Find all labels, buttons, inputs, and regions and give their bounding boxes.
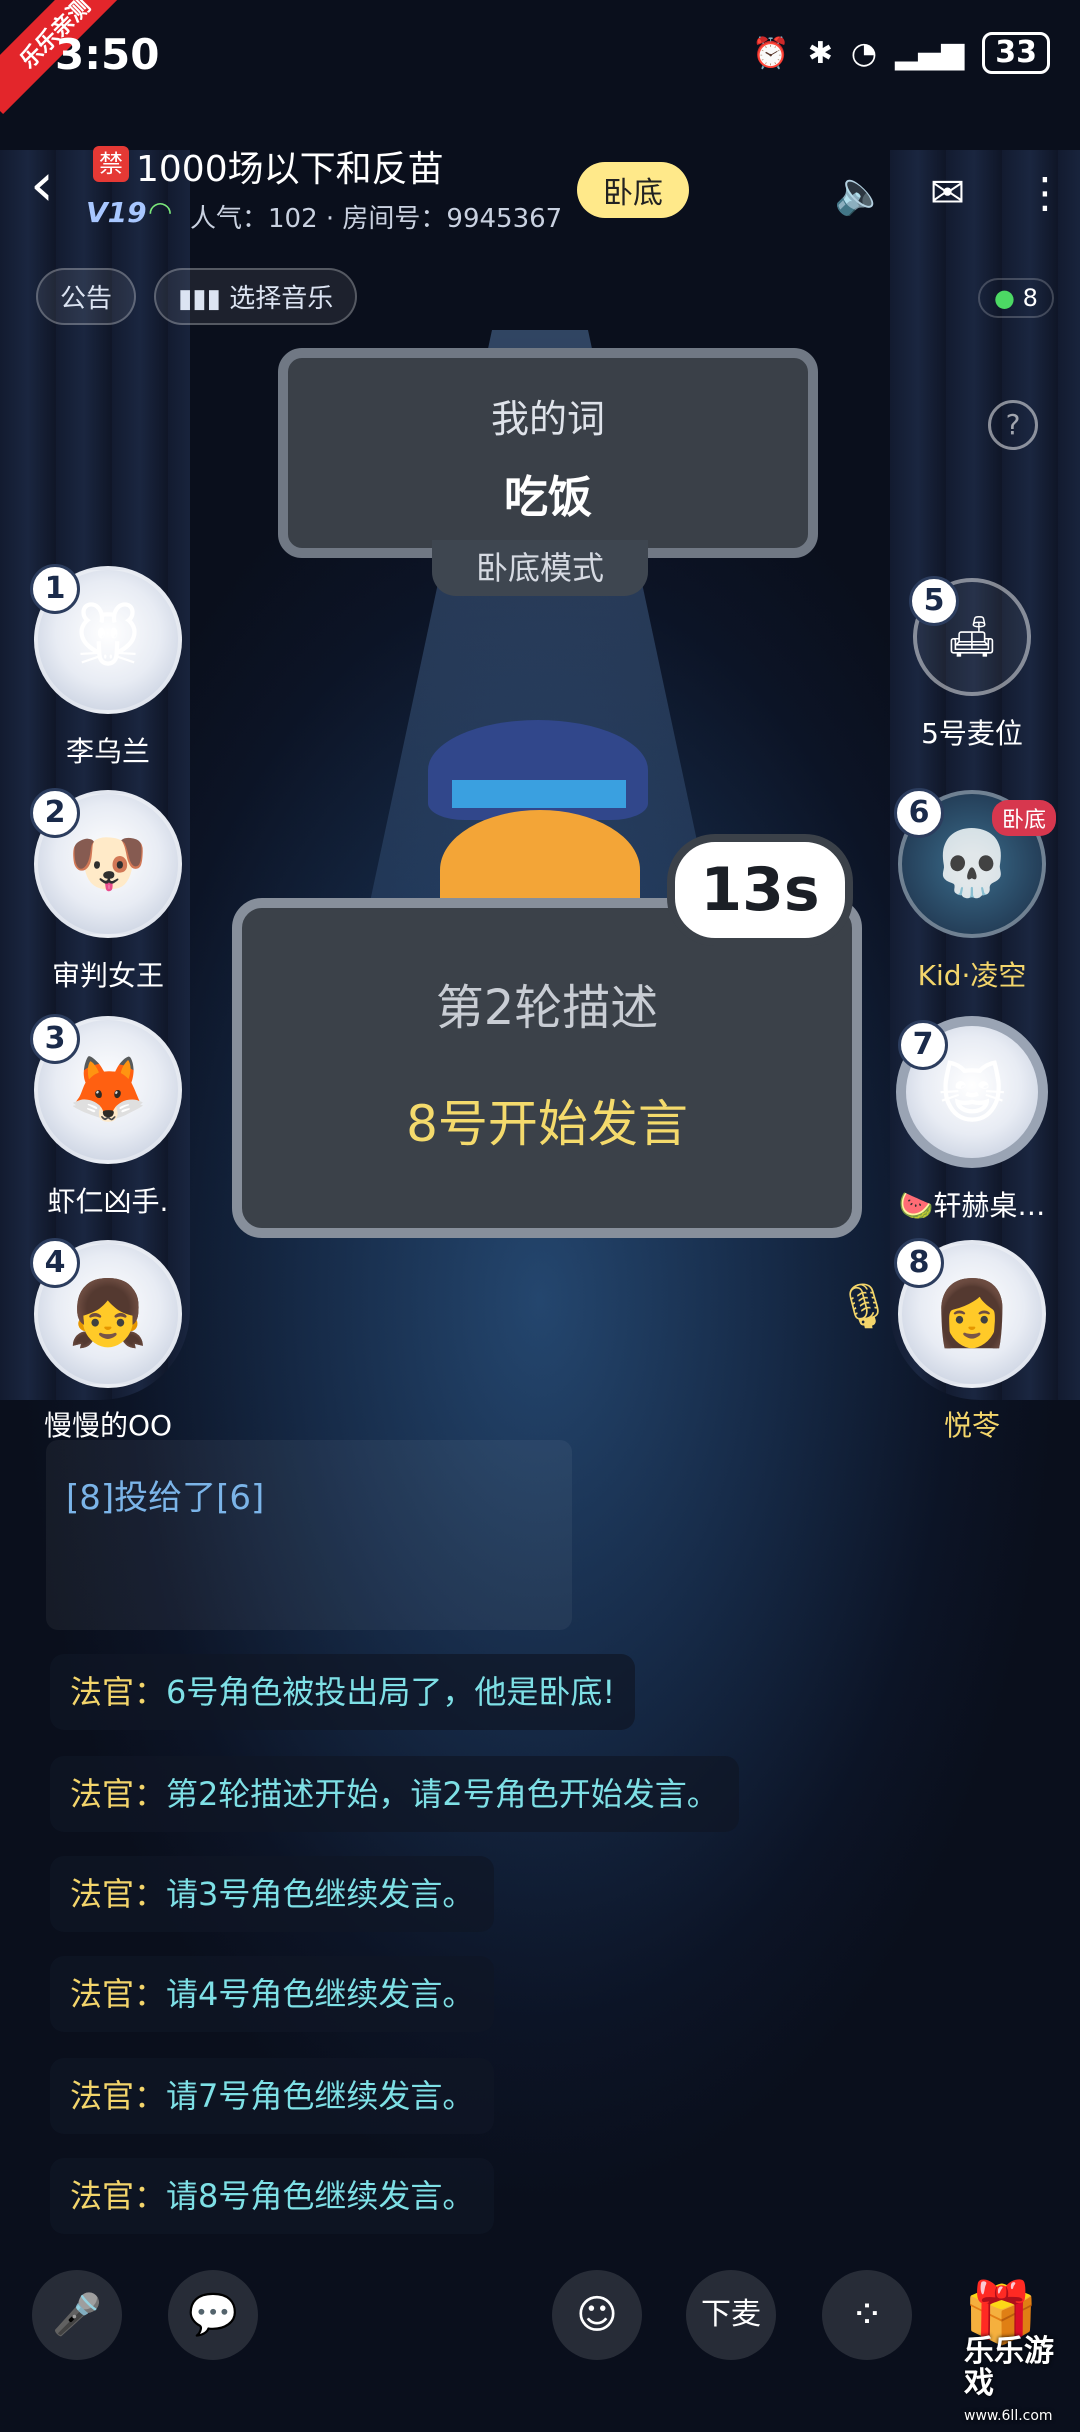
undercover-tag: 卧底 xyxy=(991,800,1056,836)
chat-message: 法官：6号角色被投出局了，他是卧底! xyxy=(50,1654,636,1730)
avatar: 👩 8 xyxy=(894,1238,1046,1388)
seat-name: 🍉轩赫桌… xyxy=(898,1189,1046,1222)
watermark: 乐乐游戏 www.6ll.com xyxy=(964,2336,1080,2432)
connection-icon: ◠ xyxy=(148,195,173,228)
seat-number: 3 xyxy=(30,1014,80,1064)
seat-name: Kid·凌空 xyxy=(917,959,1027,992)
avatar: 🐶 2 xyxy=(30,788,182,938)
message-text: 请3号角色继续发言。 xyxy=(166,1875,475,1913)
message-sender: 法官： xyxy=(70,1875,167,1913)
message-text: 6号角色被投出局了，他是卧底! xyxy=(166,1673,616,1711)
chat-history-faded xyxy=(46,1440,572,1630)
status-time: 3:50 xyxy=(55,30,160,79)
watermark-name: 乐乐游戏 xyxy=(964,2334,1054,2401)
seat-name: 李乌兰 xyxy=(65,735,150,768)
message-sender: 法官： xyxy=(70,2177,167,2215)
leave-mic-button[interactable]: 下麦 xyxy=(686,2270,776,2360)
speaker-icon[interactable]: 🔈 xyxy=(834,168,886,218)
speaking-mic-icon: 🎙 xyxy=(836,1281,892,1332)
word-card: 我的词 吃饭 xyxy=(278,348,818,558)
mic-off-icon[interactable]: 🎤 xyxy=(32,2270,122,2360)
avatar: 🦊 3 xyxy=(30,1014,182,1164)
ban-badge: 禁 xyxy=(93,146,129,182)
room-title: 1000场以下和反苗 xyxy=(136,149,444,190)
back-icon[interactable]: ‹ xyxy=(30,155,54,215)
seat-1[interactable]: 🐭 1 李乌兰 xyxy=(8,564,208,770)
status-icons: ⏰ ✱ ◔ ▂▄▆ 33 xyxy=(752,32,1050,74)
level-badge: V19 xyxy=(86,196,147,229)
seat-7[interactable]: 😺 7 🍉轩赫桌… xyxy=(872,1016,1072,1224)
chat-message: 法官：第2轮描述开始，请2号角色开始发言。 xyxy=(50,1756,739,1832)
chat-message: 法官：请4号角色继续发言。 xyxy=(50,1956,495,2032)
seat-number: 5 xyxy=(909,576,959,626)
round-card: 第2轮描述 8号开始发言 xyxy=(232,898,862,1238)
signal-icon: ▂▄▆ xyxy=(895,35,965,71)
status-bar: 乐乐亲测 3:50 ⏰ ✱ ◔ ▂▄▆ 33 xyxy=(0,0,1080,115)
battery-indicator: 33 xyxy=(982,32,1050,74)
countdown-timer: 13s xyxy=(667,834,853,946)
seat-name: 5号麦位 xyxy=(921,717,1023,750)
seat-name: 审判女王 xyxy=(51,959,164,992)
music-button[interactable]: ▮▮▮ 选择音乐 xyxy=(154,268,358,325)
seat-4[interactable]: 👧 4 慢慢的OO xyxy=(8,1238,208,1444)
message-text: 请8号角色继续发言。 xyxy=(166,2177,475,2215)
sound-wave-icon: ▮▮▮ xyxy=(178,284,230,314)
online-count-label: 8 xyxy=(1022,284,1038,312)
speaker-label: 8号开始发言 xyxy=(406,1095,688,1153)
apps-icon[interactable]: ⁘ xyxy=(822,2270,912,2360)
seat-number: 1 xyxy=(30,564,80,614)
mode-tag: 卧底模式 xyxy=(432,540,648,596)
message-text: 请7号角色继续发言。 xyxy=(166,2077,475,2115)
chat-message: 法官：请3号角色继续发言。 xyxy=(50,1856,495,1932)
seat-5[interactable]: 🛋 5 5号麦位 xyxy=(872,566,1072,752)
avatar: 😺 7 xyxy=(896,1016,1048,1168)
seat-6[interactable]: 💀 6 卧底 Kid·凌空 xyxy=(872,788,1072,994)
room-meta: 人气：102 · 房间号：9945367 xyxy=(190,204,563,234)
mail-icon[interactable]: ✉ xyxy=(930,168,965,217)
message-text: 请4号角色继续发言。 xyxy=(166,1975,475,2013)
chat-icon[interactable]: 💬 xyxy=(168,2270,258,2360)
watermark-url: www.6ll.com xyxy=(964,2408,1053,2424)
avatar: 🐭 1 xyxy=(30,564,182,714)
seat-name: 虾仁凶手. xyxy=(47,1185,169,1218)
round-label: 第2轮描述 xyxy=(435,980,659,1036)
message-sender: 法官： xyxy=(70,1975,167,2013)
notice-button[interactable]: 公告 xyxy=(36,268,137,325)
wifi-icon: ◔ xyxy=(850,35,878,71)
message-text: 第2轮描述开始，请2号角色开始发言。 xyxy=(166,1775,719,1813)
hat-band xyxy=(452,780,626,808)
online-count[interactable]: ● 8 xyxy=(978,278,1054,318)
music-label: 选择音乐 xyxy=(229,284,334,314)
more-icon[interactable]: ⋮ xyxy=(1024,168,1066,217)
seat-8[interactable]: 👩 8 悦苓 xyxy=(872,1238,1072,1444)
seat-2[interactable]: 🐶 2 审判女王 xyxy=(8,788,208,994)
seat-number: 8 xyxy=(894,1238,944,1288)
chat-message: 法官：请7号角色继续发言。 xyxy=(50,2058,495,2134)
bluetooth-icon: ✱ xyxy=(807,35,833,71)
alarm-icon: ⏰ xyxy=(752,35,790,71)
word-value: 吃饭 xyxy=(504,472,592,523)
online-dot-icon: ● xyxy=(994,284,1015,312)
avatar: 💀 6 卧底 xyxy=(894,788,1056,938)
word-label: 我的词 xyxy=(490,397,605,441)
mode-pill: 卧底 xyxy=(577,162,689,218)
message-sender: 法官： xyxy=(70,1775,167,1813)
vote-message: [8]投给了[6] xyxy=(66,1478,265,1518)
help-icon[interactable]: ? xyxy=(988,400,1038,450)
seat-number: 2 xyxy=(30,788,80,838)
seat-name: 慢慢的OO xyxy=(43,1409,173,1442)
seat-name: 悦苓 xyxy=(943,1409,1000,1442)
chat-message: 法官：请8号角色继续发言。 xyxy=(50,2158,495,2234)
avatar: 👧 4 xyxy=(30,1238,182,1388)
message-sender: 法官： xyxy=(70,1673,167,1711)
seat-number: 4 xyxy=(30,1238,80,1288)
avatar-empty: 🛋 5 xyxy=(909,576,1031,696)
seat-number: 7 xyxy=(898,1020,948,1070)
seat-3[interactable]: 🦊 3 虾仁凶手. xyxy=(8,1014,208,1220)
message-sender: 法官： xyxy=(70,2077,167,2115)
seat-number: 6 xyxy=(894,788,944,838)
emoji-icon[interactable]: ☺ xyxy=(552,2270,642,2360)
game-room-screen: { "status_bar": {"time": "3:50", "batter… xyxy=(0,0,1080,2424)
